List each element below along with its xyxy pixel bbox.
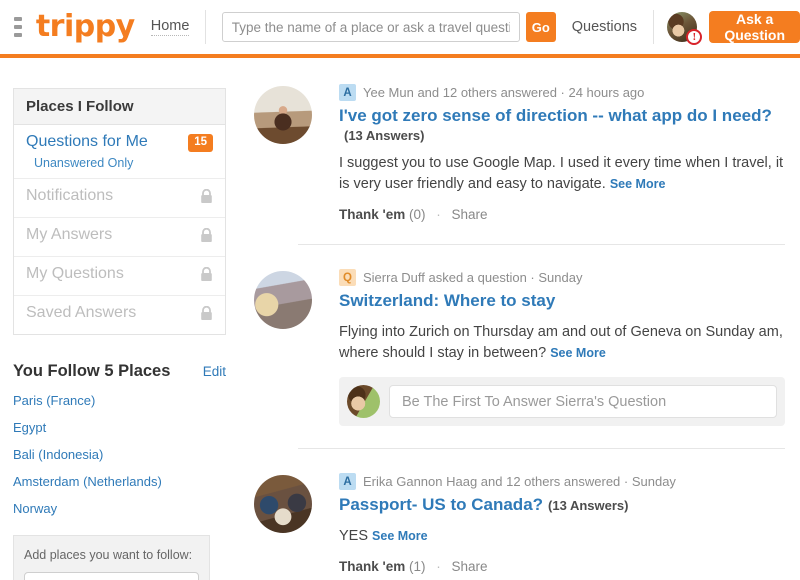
trippy-logo[interactable]: trippy xyxy=(36,12,135,42)
place-link-norway[interactable]: Norway xyxy=(13,501,226,516)
feed-item-actions: Thank 'em (1) · Share xyxy=(339,559,785,574)
feed-item-title[interactable]: Switzerland: Where to stay xyxy=(339,291,555,310)
thank-em-button[interactable]: Thank 'em xyxy=(339,559,405,574)
feed-item-snippet: YES See More xyxy=(339,526,785,547)
feed-item-actions: Thank 'em (0) · Share xyxy=(339,207,785,222)
search-area: Go xyxy=(221,12,556,42)
see-more-link[interactable]: See More xyxy=(372,529,428,543)
place-link-bali[interactable]: Bali (Indonesia) xyxy=(13,447,226,462)
hamburger-bar xyxy=(14,33,22,37)
sidebar-item-notifications[interactable]: Notifications xyxy=(14,179,225,218)
see-more-link[interactable]: See More xyxy=(550,346,606,360)
lock-icon xyxy=(200,305,213,326)
see-more-link[interactable]: See More xyxy=(610,177,666,191)
page-body: Places I Follow Questions for Me Unanswe… xyxy=(0,58,800,580)
feed-item-meta-text: Erika Gannon Haag and 12 others answered… xyxy=(363,474,676,490)
feed-item-title[interactable]: I've got zero sense of direction -- what… xyxy=(339,106,772,125)
go-button[interactable]: Go xyxy=(525,12,556,42)
nav-home-link[interactable]: Home xyxy=(150,18,190,36)
thank-em-count: (0) xyxy=(409,207,426,223)
action-separator: · xyxy=(436,207,441,223)
sidebar-item-questions-for-me[interactable]: Questions for Me Unanswered Only 15 xyxy=(14,125,225,179)
feed-item-snippet: Flying into Zurich on Thursday am and ou… xyxy=(339,322,785,364)
feed-item-body: A Yee Mun and 12 others answered · 24 ho… xyxy=(339,82,785,222)
add-places-box: Add places you want to follow: xyxy=(13,535,210,580)
feed-item-meta: Q Sierra Duff asked a question · Sunday xyxy=(339,269,785,287)
feed-item-body: A Erika Gannon Haag and 12 others answer… xyxy=(339,471,785,574)
action-separator: · xyxy=(436,559,441,575)
feed-item: A Erika Gannon Haag and 12 others answer… xyxy=(254,471,785,574)
follow-header: You Follow 5 Places Edit xyxy=(13,362,226,381)
feed-divider xyxy=(298,244,785,246)
edit-places-link[interactable]: Edit xyxy=(203,364,226,379)
feed-item-meta-text: Sierra Duff asked a question · Sunday xyxy=(363,270,583,286)
sidebar: Places I Follow Questions for Me Unanswe… xyxy=(0,58,240,580)
unanswered-only-link[interactable]: Unanswered Only xyxy=(34,156,148,170)
hamburger-bar xyxy=(14,25,22,29)
snippet-text: I suggest you to use Google Map. I used … xyxy=(339,155,784,193)
row-content: Questions for Me Unanswered Only xyxy=(26,132,148,170)
answer-badge-icon: A xyxy=(339,473,356,491)
lock-icon xyxy=(200,188,213,209)
sidebar-item-label: My Questions xyxy=(26,265,124,282)
feed: A Yee Mun and 12 others answered · 24 ho… xyxy=(240,58,800,576)
feed-item: Q Sierra Duff asked a question · Sunday … xyxy=(254,267,785,427)
ask-a-question-button[interactable]: Ask a Question xyxy=(709,11,800,43)
thank-em-count: (1) xyxy=(409,559,426,575)
answer-prompt-input[interactable] xyxy=(389,385,777,419)
feed-item-meta: A Erika Gannon Haag and 12 others answer… xyxy=(339,473,785,491)
sidebar-item-label: My Answers xyxy=(26,226,113,243)
lock-icon xyxy=(200,227,213,248)
questions-count-badge: 15 xyxy=(188,134,213,152)
hamburger-menu-icon[interactable] xyxy=(14,17,22,37)
feed-item-title-row: Passport- US to Canada? (13 Answers) xyxy=(339,494,785,516)
user-avatar[interactable]: ! xyxy=(667,12,703,45)
answers-count: (13 Answers) xyxy=(344,128,425,144)
sidebar-item-label[interactable]: Questions for Me xyxy=(26,132,148,152)
sidebar-item-label: Notifications xyxy=(26,187,114,204)
sidebar-item-label: Saved Answers xyxy=(26,304,137,321)
place-link-paris[interactable]: Paris (France) xyxy=(13,393,226,408)
feed-divider xyxy=(298,448,785,450)
answers-count: (13 Answers) xyxy=(548,498,629,514)
feed-item-meta-text: Yee Mun and 12 others answered · 24 hour… xyxy=(363,85,645,100)
places-i-follow-panel: Places I Follow Questions for Me Unanswe… xyxy=(13,88,226,335)
site-header: trippy Home Go Questions ! Ask a Questio… xyxy=(0,0,800,58)
place-link-amsterdam[interactable]: Amsterdam (Netherlands) xyxy=(13,474,226,489)
thank-em-button[interactable]: Thank 'em xyxy=(339,207,405,222)
erika-gannon-haag-avatar[interactable] xyxy=(254,475,312,534)
share-button[interactable]: Share xyxy=(452,207,488,222)
nav-questions-link[interactable]: Questions xyxy=(572,19,637,35)
current-user-avatar xyxy=(347,385,380,419)
feed-item: A Yee Mun and 12 others answered · 24 ho… xyxy=(254,82,785,222)
sidebar-item-my-answers[interactable]: My Answers xyxy=(14,218,225,257)
add-places-input[interactable] xyxy=(24,572,199,580)
feed-item-body: Q Sierra Duff asked a question · Sunday … xyxy=(339,267,785,427)
lock-icon xyxy=(200,266,213,287)
feed-item-meta: A Yee Mun and 12 others answered · 24 ho… xyxy=(339,84,785,101)
add-places-label: Add places you want to follow: xyxy=(24,548,193,562)
answer-prompt xyxy=(339,377,785,427)
sidebar-item-my-questions[interactable]: My Questions xyxy=(14,257,225,296)
feed-item-title[interactable]: Passport- US to Canada? xyxy=(339,495,543,514)
panel-title: Places I Follow xyxy=(14,89,225,125)
sidebar-item-saved-answers[interactable]: Saved Answers xyxy=(14,296,225,334)
answer-badge-icon: A xyxy=(339,84,356,101)
feed-item-snippet: I suggest you to use Google Map. I used … xyxy=(339,153,785,195)
search-input[interactable] xyxy=(221,12,520,42)
follow-title: You Follow 5 Places xyxy=(13,362,171,380)
place-link-egypt[interactable]: Egypt xyxy=(13,420,226,435)
alert-badge-icon[interactable]: ! xyxy=(686,29,703,45)
question-badge-icon: Q xyxy=(339,269,356,287)
snippet-text: YES xyxy=(339,528,369,545)
share-button[interactable]: Share xyxy=(452,559,488,574)
feed-item-title-row: I've got zero sense of direction -- what… xyxy=(339,105,785,143)
you-follow-places-section: You Follow 5 Places Edit Paris (France) … xyxy=(13,362,226,580)
feed-item-title-row: Switzerland: Where to stay xyxy=(339,290,785,312)
yee-mun-avatar[interactable] xyxy=(254,86,312,144)
hamburger-bar xyxy=(14,17,22,21)
sierra-duff-avatar[interactable] xyxy=(254,271,312,330)
